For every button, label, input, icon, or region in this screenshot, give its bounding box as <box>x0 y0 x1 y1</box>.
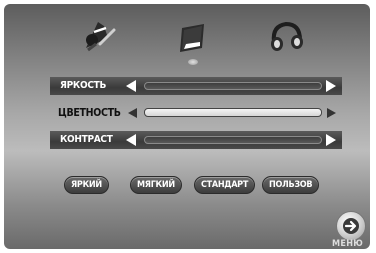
menu-button[interactable] <box>336 211 366 241</box>
brightness-decrease-arrow-icon[interactable] <box>126 80 136 92</box>
brightness-slider[interactable] <box>144 82 322 90</box>
mode-user-button[interactable]: ПОЛЬЗОВ <box>262 176 320 194</box>
contrast-row[interactable]: КОНТРАСТ <box>50 131 342 149</box>
color-decrease-arrow-icon[interactable] <box>128 108 137 118</box>
contrast-decrease-arrow-icon[interactable] <box>126 134 136 146</box>
mode-soft-button[interactable]: МЯГКИЙ <box>130 176 182 194</box>
brightness-increase-arrow-icon[interactable] <box>326 80 336 92</box>
color-row[interactable]: ЦВЕТНОСТЬ <box>50 104 342 122</box>
color-slider[interactable] <box>144 108 322 117</box>
mode-standard-button[interactable]: СТАНДАРТ <box>194 176 256 194</box>
picture-settings-screen: ЯРКОСТЬ ЦВЕТНОСТЬ КОНТРАСТ ЯРКИЙ МЯГКИЙ … <box>4 4 370 249</box>
picture-adjust-icon[interactable] <box>80 18 116 54</box>
menu-label: МЕНЮ <box>332 239 364 249</box>
mode-bright-button[interactable]: ЯРКИЙ <box>64 176 109 194</box>
color-label: ЦВЕТНОСТЬ <box>58 107 121 119</box>
arrow-right-icon <box>343 218 359 234</box>
screen-icon[interactable] <box>174 18 210 54</box>
contrast-increase-arrow-icon[interactable] <box>326 134 336 146</box>
brightness-row[interactable]: ЯРКОСТЬ <box>50 77 342 95</box>
picture-mode-buttons: ЯРКИЙ МЯГКИЙ СТАНДАРТ ПОЛЬЗОВ <box>64 176 324 194</box>
headphones-icon[interactable] <box>268 18 304 54</box>
brightness-label: ЯРКОСТЬ <box>60 80 107 91</box>
color-increase-arrow-icon[interactable] <box>327 108 336 118</box>
contrast-slider[interactable] <box>144 136 322 144</box>
contrast-label: КОНТРАСТ <box>60 134 113 145</box>
selected-tab-indicator <box>188 59 198 65</box>
